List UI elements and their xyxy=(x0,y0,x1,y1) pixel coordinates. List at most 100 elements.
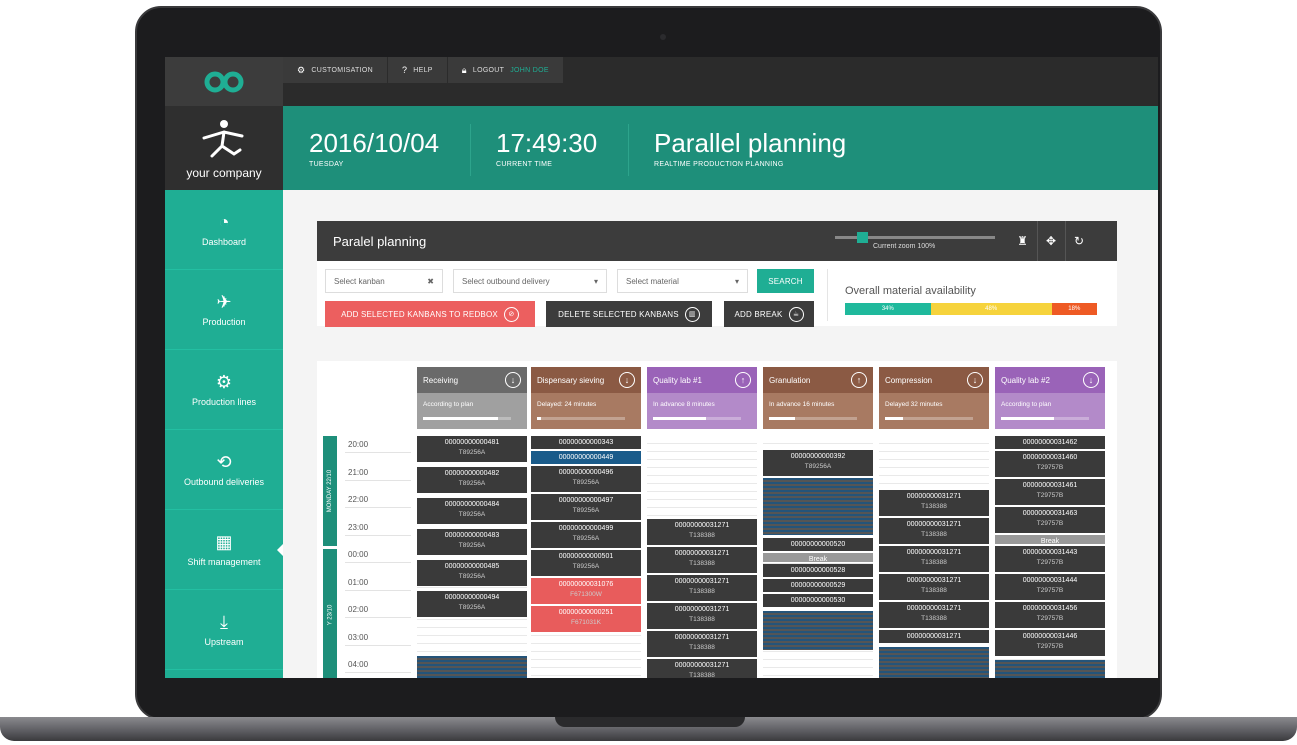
kanban-card[interactable]: 00000000031271 T138388 xyxy=(647,659,757,678)
binoculars-button[interactable]: ♜ xyxy=(1009,221,1036,261)
kanban-stack[interactable] xyxy=(763,611,873,651)
sidebar-item-label: Dashboard xyxy=(201,236,247,247)
sidebar-item-outbound-deliveries[interactable]: ⟲ Outbound deliveries xyxy=(165,430,283,510)
kanban-card[interactable]: 00000000000528 xyxy=(763,564,873,578)
kanban-card[interactable]: 00000000031271 T138388 xyxy=(879,490,989,517)
arrow-up-icon[interactable]: ↑ xyxy=(735,372,751,388)
search-button[interactable]: SEARCH xyxy=(757,269,814,293)
sidebar-item-production[interactable]: ✈ Production xyxy=(165,270,283,350)
kanban-stack[interactable] xyxy=(763,478,873,536)
clear-icon[interactable]: ✖ xyxy=(427,277,434,286)
add-break-button[interactable]: ADD BREAK ☕︎ xyxy=(724,301,814,327)
kanban-card[interactable]: 00000000031271 T138388 xyxy=(879,574,989,601)
kanban-card[interactable]: 00000000031271 xyxy=(879,630,989,644)
kanban-card[interactable]: 00000000000449 xyxy=(531,451,641,465)
kanban-material: T89256A xyxy=(458,542,486,549)
kanban-card[interactable]: 00000000000497 T89256A xyxy=(531,494,641,521)
kanban-card[interactable]: 00000000000494 T89256A xyxy=(417,591,527,618)
kanban-card[interactable]: 00000000031271 T138388 xyxy=(879,546,989,573)
kanban-id: 00000000000481 xyxy=(444,439,500,446)
sidebar-item-shift-management[interactable]: ▦ Shift management xyxy=(165,510,283,590)
kanban-card[interactable]: 00000000000530 xyxy=(763,594,873,608)
kanban-card[interactable]: 00000000031271 T138388 xyxy=(647,631,757,658)
kanban-card[interactable]: 00000000031444 T29757B xyxy=(995,574,1105,601)
help-link[interactable]: ? HELP xyxy=(388,57,448,83)
time-label: 01:00 xyxy=(348,577,369,587)
material-select[interactable]: Select material ▾ xyxy=(617,269,748,293)
add-to-redbox-button[interactable]: ADD SELECTED KANBANS TO REDBOX ⊘ xyxy=(325,301,535,327)
kanban-card[interactable]: 00000000000481 T89256A xyxy=(417,436,527,463)
sidebar-item-upstream[interactable]: ⤓ Upstream xyxy=(165,590,283,670)
kanban-card[interactable]: Break xyxy=(995,535,1105,545)
kanban-card[interactable]: 00000000000251 F671031K xyxy=(531,606,641,633)
kanban-card[interactable]: 00000000000482 T89256A xyxy=(417,467,527,494)
kanban-material: T89256A xyxy=(458,511,486,518)
logout-label: LOGOUT xyxy=(472,66,505,74)
kanban-card[interactable]: 00000000000529 xyxy=(763,579,873,593)
zoom-slider[interactable] xyxy=(835,232,995,243)
kanban-card[interactable]: 00000000031443 T29757B xyxy=(995,546,1105,573)
kanban-card[interactable]: 00000000031271 T138388 xyxy=(647,519,757,546)
sidebar-item-dashboard[interactable]: ◔ Dashboard xyxy=(165,190,283,270)
arrow-up-icon[interactable]: ↑ xyxy=(851,372,867,388)
kanban-card[interactable]: 00000000000483 T89256A xyxy=(417,529,527,556)
sidebar-item-production-lines[interactable]: ⚙ Production lines xyxy=(165,350,283,430)
station-header[interactable]: Quality lab #2 ↓ xyxy=(995,367,1105,393)
station-status: According to plan xyxy=(995,393,1105,429)
kanban-material: T89256A xyxy=(458,573,486,580)
kanban-card[interactable]: 00000000000392 T89256A xyxy=(763,450,873,477)
station-header[interactable]: Quality lab #1 ↑ xyxy=(647,367,757,393)
kanban-card[interactable]: 00000000000496 T89256A xyxy=(531,466,641,493)
kanban-select[interactable]: Select kanban ✖ xyxy=(325,269,443,293)
kanban-card[interactable]: 00000000000343 xyxy=(531,436,641,450)
kanban-card[interactable]: 00000000031271 T138388 xyxy=(879,602,989,629)
zoom-slider-handle[interactable] xyxy=(857,232,868,243)
kanban-card[interactable]: 00000000000485 T89256A xyxy=(417,560,527,587)
kanban-card[interactable]: 00000000031462 xyxy=(995,436,1105,450)
time-label: 20:00 xyxy=(348,440,369,449)
kanban-id: 00000000031271 xyxy=(906,633,962,640)
station-header[interactable]: Receiving ↓ xyxy=(417,367,527,393)
customisation-label: CUSTOMISATION xyxy=(311,66,373,74)
kanban-card[interactable]: 00000000000499 T89256A xyxy=(531,522,641,549)
time-label: 03:00 xyxy=(348,632,369,642)
kanban-card[interactable]: 00000000000520 xyxy=(763,538,873,552)
arrow-down-icon[interactable]: ↓ xyxy=(1083,372,1099,388)
kanban-card[interactable]: 00000000000501 T89256A xyxy=(531,550,641,577)
kanban-card[interactable]: 00000000031271 T138388 xyxy=(647,603,757,630)
kanban-card[interactable]: Break xyxy=(763,553,873,563)
webcam xyxy=(660,34,666,40)
arrow-down-icon[interactable]: ↓ xyxy=(619,372,635,388)
kanban-material: T29757B xyxy=(1036,492,1064,499)
arrow-down-icon[interactable]: ↓ xyxy=(967,372,983,388)
kanban-card[interactable]: 00000000031463 T29757B xyxy=(995,507,1105,534)
time-gridline xyxy=(345,617,411,618)
refresh-button[interactable]: ↻ xyxy=(1065,221,1092,261)
station-header[interactable]: Compression ↓ xyxy=(879,367,989,393)
kanban-card[interactable]: 00000000031461 T29757B xyxy=(995,479,1105,506)
fullscreen-button[interactable]: ✥ xyxy=(1037,221,1064,261)
arrow-down-icon[interactable]: ↓ xyxy=(505,372,521,388)
kanban-card[interactable]: 00000000031271 T138388 xyxy=(647,575,757,602)
station-header[interactable]: Dispensary sieving ↓ xyxy=(531,367,641,393)
logout-link[interactable]: 🔒︎ LOGOUT JOHN DOE xyxy=(448,57,564,83)
kanban-card[interactable]: 00000000031271 T138388 xyxy=(647,547,757,574)
kanban-stack[interactable] xyxy=(879,647,989,678)
kanban-card[interactable]: 00000000031456 T29757B xyxy=(995,602,1105,629)
kanban-card[interactable]: 00000000000484 T89256A xyxy=(417,498,527,525)
kanban-card[interactable]: 00000000031446 T29757B xyxy=(995,630,1105,657)
kanban-card[interactable]: 00000000031076 F671300W xyxy=(531,578,641,605)
kanban-card[interactable]: 00000000031271 T138388 xyxy=(879,518,989,545)
station-header[interactable]: Granulation ↑ xyxy=(763,367,873,393)
app-logo[interactable] xyxy=(165,57,283,106)
station-status-text: Delayed 32 minutes xyxy=(885,401,943,408)
customisation-link[interactable]: ⚙ CUSTOMISATION xyxy=(283,57,388,83)
progress-track xyxy=(885,417,974,420)
kanban-stack[interactable] xyxy=(995,660,1105,678)
delete-kanbans-button[interactable]: DELETE SELECTED KANBANS ▥ xyxy=(546,301,712,327)
outbound-delivery-select[interactable]: Select outbound delivery ▾ xyxy=(453,269,607,293)
kanban-card[interactable]: 00000000031460 T29757B xyxy=(995,451,1105,478)
kanban-id: 00000000031271 xyxy=(674,550,730,557)
kanban-stack[interactable] xyxy=(417,656,527,678)
kanban-id: 00000000031271 xyxy=(674,634,730,641)
